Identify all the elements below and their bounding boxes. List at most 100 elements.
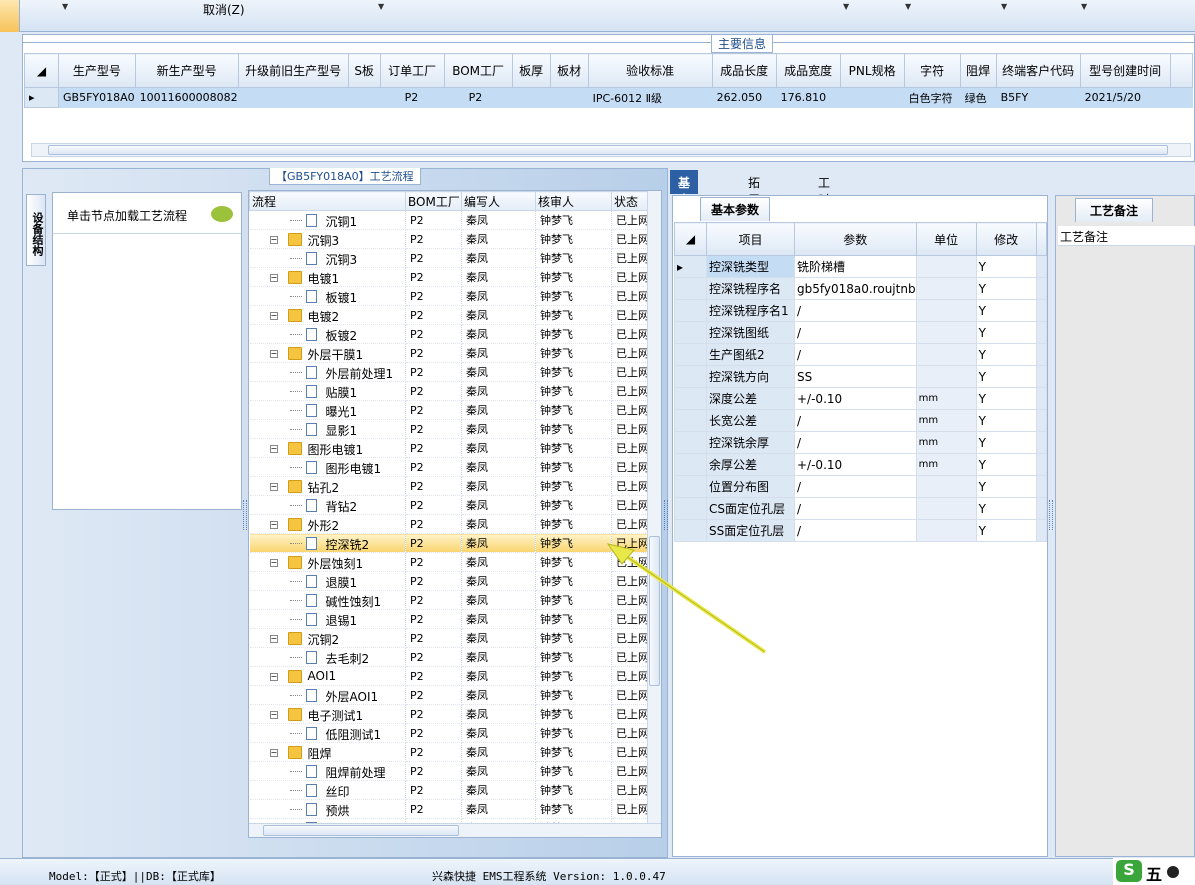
tree-node[interactable]: 背钻2 bbox=[249, 495, 406, 515]
table-cell[interactable] bbox=[839, 87, 905, 108]
tree-node[interactable]: − 图形电镀1 bbox=[249, 438, 406, 458]
table-row[interactable]: 深度公差 +/-0.10 mm Y bbox=[674, 387, 1047, 410]
table-cell[interactable] bbox=[915, 497, 977, 520]
tree-row[interactable]: − 沉铜3 P2 秦凤 钟梦飞 已上网 bbox=[249, 229, 650, 249]
collapse-icon[interactable]: − bbox=[269, 559, 278, 567]
tree-row[interactable]: −外层蚀刻1P2秦凤钟梦飞已上网 bbox=[249, 552, 650, 572]
table-row[interactable]: ▸ GB5FY018A0 10011600008082 P2 P2 IPC-6012 Ⅱ… bbox=[24, 87, 1193, 108]
collapse-icon[interactable]: − bbox=[269, 312, 278, 320]
table-cell[interactable]: / bbox=[794, 343, 917, 366]
column-header[interactable]: 单位 bbox=[915, 222, 977, 256]
table-row[interactable]: 控深铣方向 SS Y bbox=[674, 365, 1047, 388]
table-cell[interactable]: Y bbox=[975, 497, 1037, 520]
tab-work-hours[interactable]: 工时 bbox=[810, 170, 838, 207]
column-header[interactable]: 修改 bbox=[975, 222, 1037, 256]
column-header[interactable]: PNL规格 bbox=[839, 53, 905, 88]
table-cell[interactable]: mm bbox=[915, 453, 977, 476]
tree-row[interactable]: 显影1 P2 秦凤 钟梦飞 已上网 bbox=[249, 419, 650, 439]
tree-row[interactable]: 控深铣2 P2 秦凤 钟梦飞 已上网 bbox=[249, 533, 650, 553]
collapse-icon[interactable]: − bbox=[269, 445, 278, 453]
column-header[interactable]: 成品宽度 bbox=[775, 53, 841, 88]
tree-row[interactable]: − 钻孔2 P2 秦凤 钟梦飞 已上网 bbox=[249, 476, 650, 496]
tree-node[interactable]: − 电镀1 bbox=[249, 267, 406, 287]
table-cell[interactable] bbox=[549, 87, 589, 108]
collapse-icon[interactable]: − bbox=[269, 236, 278, 244]
table-cell[interactable] bbox=[915, 299, 977, 322]
collapse-icon[interactable]: − bbox=[269, 711, 278, 719]
column-header[interactable]: 型号创建时间 bbox=[1079, 53, 1171, 88]
table-cell[interactable]: P2 bbox=[443, 87, 513, 108]
column-header[interactable]: 订单工厂 bbox=[379, 53, 445, 88]
tree-row[interactable]: 沉铜3 P2 秦凤 钟梦飞 已上网 bbox=[249, 248, 650, 268]
tree-node[interactable]: 显影1 bbox=[249, 419, 406, 439]
column-header[interactable]: 终端客户代码 bbox=[995, 53, 1081, 88]
column-header[interactable]: 字符 bbox=[903, 53, 961, 88]
table-cell[interactable] bbox=[915, 277, 977, 300]
table-cell[interactable]: / bbox=[794, 497, 917, 520]
tab-equipment-structure[interactable]: 设备结构 bbox=[26, 194, 46, 266]
table-row[interactable]: SS面定位孔层 / Y bbox=[674, 519, 1047, 542]
tree-node[interactable]: − 外形2 bbox=[249, 514, 406, 534]
column-header[interactable]: 编写人 bbox=[461, 191, 536, 211]
collapse-icon[interactable]: − bbox=[269, 274, 278, 282]
table-cell[interactable]: Y bbox=[975, 321, 1037, 344]
chevron-down-icon[interactable]: ▼ bbox=[1081, 2, 1087, 11]
table-row[interactable]: 控深铣程序名1/ Y bbox=[674, 299, 1047, 322]
tree-node[interactable]: − AOI1 bbox=[249, 666, 406, 686]
tab-basic-info[interactable]: 基本信息 bbox=[670, 170, 699, 241]
chevron-down-icon[interactable]: ▼ bbox=[62, 2, 68, 11]
table-cell[interactable]: Y bbox=[975, 409, 1037, 432]
tree-node[interactable]: − 阻焊 bbox=[249, 742, 406, 762]
column-header[interactable]: 项目 bbox=[706, 222, 795, 256]
table-cell[interactable]: Y bbox=[975, 365, 1037, 388]
table-row[interactable]: 控深铣余厚 / mm Y bbox=[674, 431, 1047, 454]
tree-node[interactable]: − 外层蚀刻1 bbox=[249, 552, 406, 572]
tree-row[interactable]: 碱性蚀刻1 P2 秦凤 钟梦飞 已上网 bbox=[249, 590, 650, 610]
table-cell[interactable]: IPC-6012 Ⅱ级 bbox=[587, 87, 713, 108]
tab-process-remark[interactable]: 工艺备注 bbox=[1075, 198, 1154, 222]
collapse-icon[interactable]: − bbox=[269, 749, 278, 757]
table-cell[interactable]: Y bbox=[975, 255, 1037, 278]
scrollbar-thumb[interactable] bbox=[263, 825, 459, 836]
tab-extended-info[interactable]: 拓展信息 bbox=[740, 170, 768, 241]
column-header[interactable]: 板材 bbox=[549, 53, 589, 88]
tree-node[interactable]: − 沉铜2 bbox=[249, 628, 406, 648]
chevron-down-icon[interactable]: ▼ bbox=[1001, 2, 1007, 11]
grid-corner[interactable]: ◢ bbox=[24, 53, 59, 88]
tree-node[interactable]: 贴膜1 bbox=[249, 381, 406, 401]
tree-node[interactable]: 控深铣2 bbox=[249, 533, 406, 553]
table-row[interactable]: CS面定位孔层 / Y bbox=[674, 497, 1047, 520]
column-header[interactable]: 阻焊 bbox=[959, 53, 997, 88]
chevron-down-icon[interactable]: ▼ bbox=[378, 2, 384, 11]
column-header[interactable]: S板 bbox=[347, 53, 381, 88]
table-cell[interactable]: mm bbox=[915, 431, 977, 454]
table-cell[interactable]: Y bbox=[975, 519, 1037, 542]
vertical-scrollbar[interactable] bbox=[647, 191, 661, 823]
tab-basic-params[interactable]: 基本参数 bbox=[700, 197, 771, 221]
tree-row[interactable]: 外层AOI1 P2 秦凤 钟梦飞 已上网 bbox=[249, 685, 650, 705]
tree-node[interactable]: 退膜1 bbox=[249, 571, 406, 591]
tree-row[interactable]: − AOI1 P2 秦凤 钟梦飞 已上网 bbox=[249, 666, 650, 686]
tree-node[interactable]: 阻焊前处理 bbox=[249, 761, 406, 781]
tree-node[interactable]: 退锡1 bbox=[249, 609, 406, 629]
column-header[interactable]: 生产型号 bbox=[58, 53, 136, 88]
column-header[interactable]: 板厚 bbox=[511, 53, 551, 88]
column-header[interactable]: 参数 bbox=[794, 222, 917, 256]
tree-row[interactable]: 曝光1 P2 秦凤 钟梦飞 已上网 bbox=[249, 400, 650, 420]
column-header[interactable]: 升级前旧生产型号 bbox=[237, 53, 349, 88]
table-cell[interactable]: Y bbox=[975, 343, 1037, 366]
table-cell[interactable]: gb5fy018a0.roujtnb bbox=[794, 277, 917, 300]
table-cell[interactable] bbox=[915, 321, 977, 344]
table-cell[interactable]: Y bbox=[975, 453, 1037, 476]
tree-node[interactable]: 丝印 bbox=[249, 780, 406, 800]
tree-node[interactable]: 预烘 bbox=[249, 799, 406, 819]
tree-row[interactable]: 丝印 P2 秦凤 钟梦飞 已上网 bbox=[249, 780, 650, 800]
collapse-icon[interactable]: − bbox=[269, 483, 278, 491]
table-cell[interactable] bbox=[915, 343, 977, 366]
tree-row[interactable]: 板镀2 P2 秦凤 钟梦飞 已上网 bbox=[249, 324, 650, 344]
table-row[interactable]: ▸ 控深铣类型 铣阶梯槽 Y bbox=[674, 255, 1047, 278]
tree-row[interactable]: 贴膜1 P2 秦凤 钟梦飞 已上网 bbox=[249, 381, 650, 401]
tree-row[interactable]: 去毛刺2 P2 秦凤 钟梦飞 已上网 bbox=[249, 647, 650, 667]
tree-node[interactable]: − 电子测试1 bbox=[249, 704, 406, 724]
tree-row[interactable]: 沉铜1 P2 秦凤 钟梦飞 已上网 bbox=[249, 210, 650, 230]
